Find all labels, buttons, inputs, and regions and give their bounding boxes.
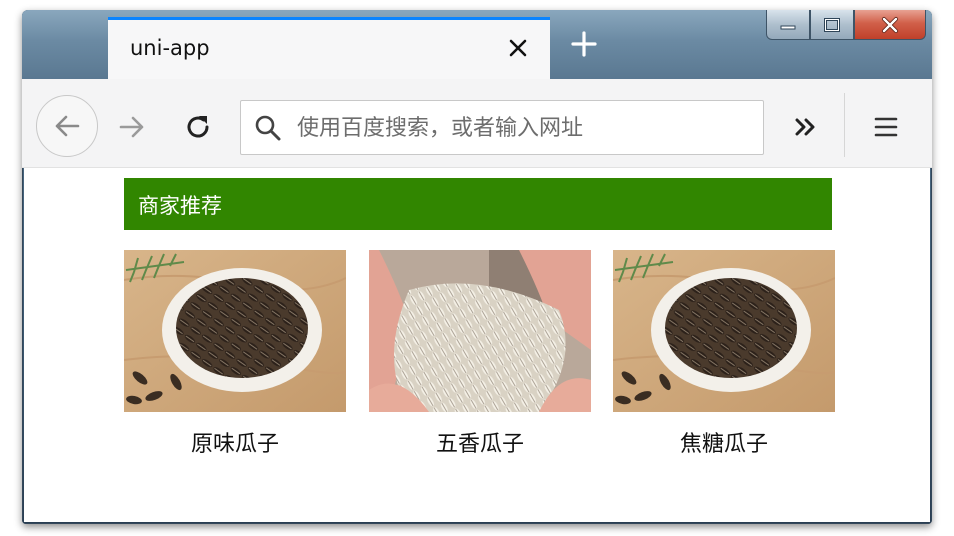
page-content: 商家推荐 原味瓜子 五香瓜子 焦糖瓜子 bbox=[24, 168, 930, 522]
product-card[interactable]: 五香瓜子 bbox=[369, 250, 591, 458]
tab-title: uni-app bbox=[130, 36, 210, 60]
product-card[interactable]: 焦糖瓜子 bbox=[613, 250, 835, 458]
search-icon bbox=[253, 113, 283, 143]
close-tab-icon[interactable] bbox=[504, 34, 532, 62]
white-seeds-hands-image bbox=[369, 250, 591, 412]
tab-active[interactable]: uni-app bbox=[108, 17, 550, 79]
forward-icon[interactable] bbox=[112, 107, 152, 147]
address-bar[interactable] bbox=[240, 100, 764, 155]
toolbar-divider bbox=[844, 93, 845, 157]
product-name: 原味瓜子 bbox=[190, 432, 279, 457]
back-icon[interactable] bbox=[36, 95, 98, 157]
hamburger-menu-icon[interactable] bbox=[866, 107, 906, 147]
section-title: 商家推荐 bbox=[138, 194, 222, 218]
new-tab-icon[interactable] bbox=[566, 26, 602, 62]
window-controls bbox=[766, 10, 926, 40]
sunflower-seeds-bowl-image bbox=[613, 250, 835, 412]
minimize-icon[interactable] bbox=[766, 10, 810, 40]
product-card[interactable]: 原味瓜子 bbox=[124, 250, 346, 458]
browser-window: uni-app 使用百度搜索，或者输入网址 商家推荐 原味瓜子 五香瓜子 焦糖瓜… bbox=[22, 10, 932, 524]
product-name: 焦糖瓜子 bbox=[679, 432, 768, 457]
window-close-icon[interactable] bbox=[854, 10, 926, 40]
overflow-chevron-icon[interactable] bbox=[786, 107, 826, 147]
search-input[interactable] bbox=[295, 107, 749, 149]
navigation-toolbar bbox=[22, 79, 932, 168]
reload-icon[interactable] bbox=[178, 107, 218, 147]
maximize-icon[interactable] bbox=[810, 10, 854, 40]
section-header: 商家推荐 bbox=[124, 178, 832, 230]
product-name: 五香瓜子 bbox=[435, 432, 524, 457]
sunflower-seeds-bowl-image bbox=[124, 250, 346, 412]
